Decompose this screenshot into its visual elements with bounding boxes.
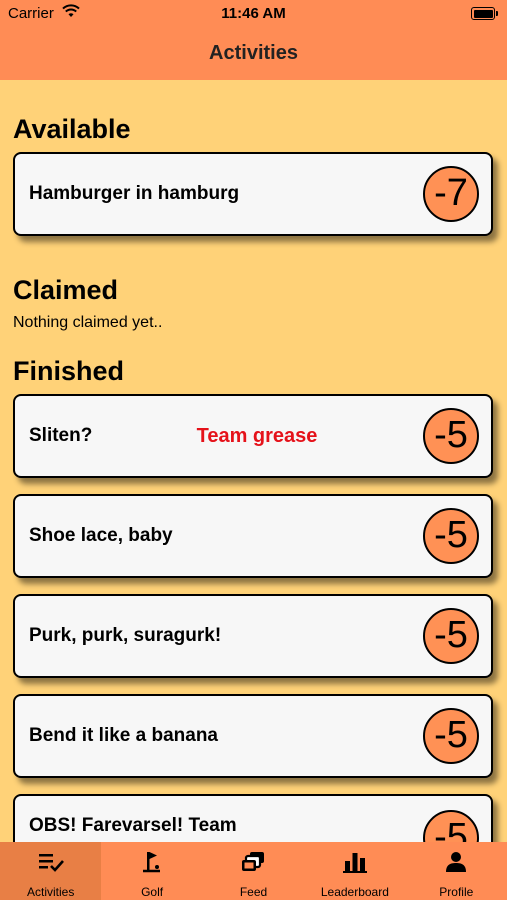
activity-name: Shoe lace, baby xyxy=(29,525,173,546)
leaderboard-icon xyxy=(304,850,405,874)
tab-label: Profile xyxy=(439,885,474,899)
score-badge: -5 xyxy=(423,810,479,842)
section-title-available: Available xyxy=(13,114,131,144)
score-badge: -7 xyxy=(423,166,479,222)
tab-label: Leaderboard xyxy=(320,885,389,899)
tab-label: Activities xyxy=(27,885,75,899)
activity-card-available-1[interactable]: Hamburger in hamburg -7 xyxy=(13,152,493,236)
tab-activities[interactable]: Activities xyxy=(0,842,102,900)
score-badge: -5 xyxy=(423,608,479,664)
claimed-empty-text: Nothing claimed yet.. xyxy=(13,314,163,331)
section-title-finished: Finished xyxy=(13,356,125,386)
battery-icon xyxy=(471,7,498,20)
profile-icon xyxy=(406,850,507,874)
tab-feed[interactable]: Feed xyxy=(203,842,304,900)
section-title-claimed: Claimed xyxy=(13,275,119,305)
navigation-bar: Activities xyxy=(0,28,507,80)
status-time: 11:46 AM xyxy=(221,5,286,22)
tab-bar: Activities Golf Feed Leaderboard Profile xyxy=(0,842,507,900)
tab-label: Golf xyxy=(141,885,164,899)
activity-card-finished-5[interactable]: OBS! Farevarsel! Team -5 xyxy=(13,794,493,842)
activities-list[interactable]: Available Hamburger in hamburg -7 Claime… xyxy=(0,80,507,842)
activity-name: Bend it like a banana xyxy=(29,725,218,746)
tab-golf[interactable]: Golf xyxy=(101,842,202,900)
tab-label: Feed xyxy=(239,885,268,899)
activity-card-finished-1[interactable]: Sliten? Team grease -5 xyxy=(13,394,493,478)
score-badge: -5 xyxy=(423,508,479,564)
score-badge: -5 xyxy=(423,408,479,464)
activity-name: Hamburger in hamburg xyxy=(29,183,240,204)
activity-card-finished-2[interactable]: Shoe lace, baby -5 xyxy=(13,494,493,578)
page-title: Activities xyxy=(209,42,298,64)
score-badge: -5 xyxy=(423,708,479,764)
activities-icon xyxy=(0,850,101,874)
tab-leaderboard[interactable]: Leaderboard xyxy=(304,842,405,900)
activity-card-finished-4[interactable]: Bend it like a banana -5 xyxy=(13,694,493,778)
tab-profile[interactable]: Profile xyxy=(406,842,507,900)
feed-icon xyxy=(203,850,304,874)
activity-name: OBS! Farevarsel! Team xyxy=(29,815,237,836)
status-bar: Carrier 11:46 AM xyxy=(0,0,507,28)
activity-name: Purk, purk, suragurk! xyxy=(29,625,222,646)
golf-icon xyxy=(101,850,202,874)
activity-card-finished-3[interactable]: Purk, purk, suragurk! -5 xyxy=(13,594,493,678)
